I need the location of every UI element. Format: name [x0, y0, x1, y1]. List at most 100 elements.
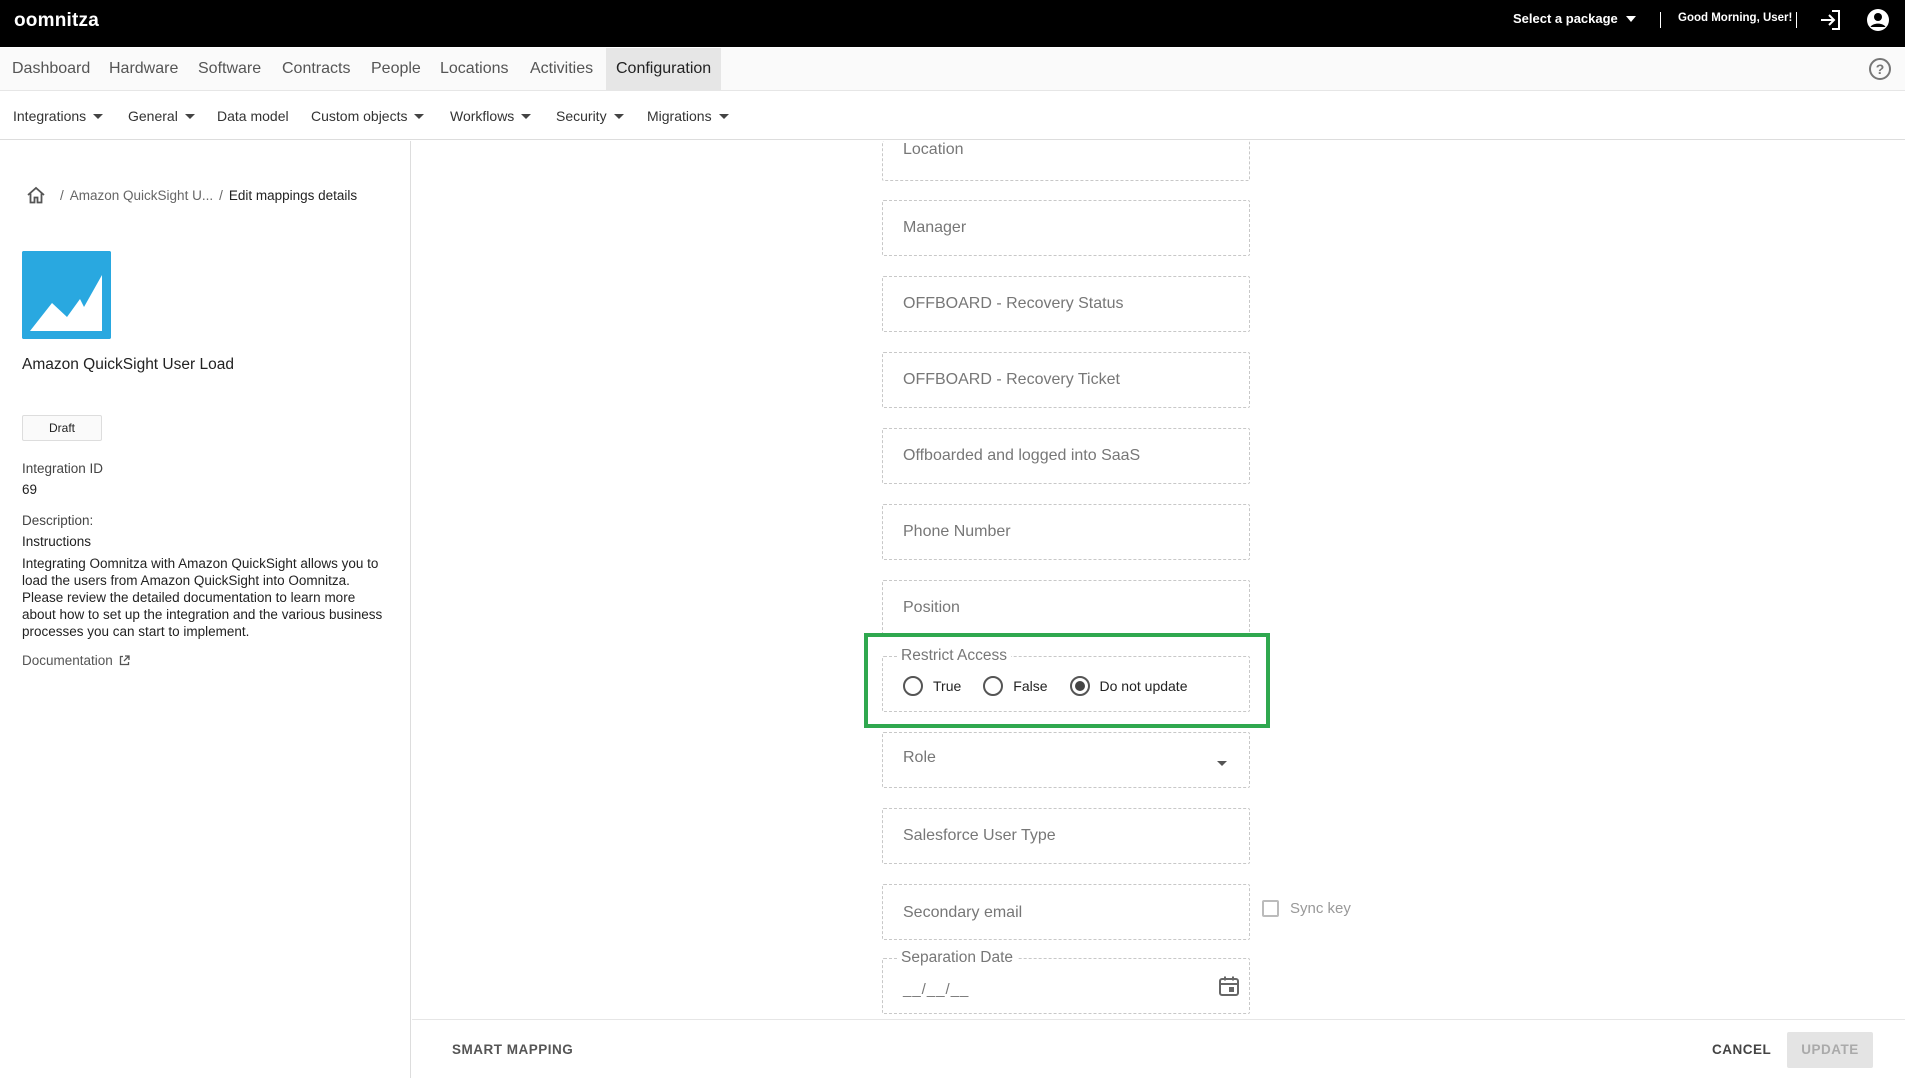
- offboarded-saas-field[interactable]: Offboarded and logged into SaaS: [882, 428, 1250, 484]
- breadcrumb-current: Edit mappings details: [228, 187, 358, 203]
- description-label: Description:: [22, 513, 94, 528]
- subnav-label: Data model: [217, 108, 289, 124]
- chevron-down-icon: [521, 113, 532, 119]
- field-label: Position: [903, 599, 960, 616]
- radio-true[interactable]: [903, 676, 923, 696]
- nav-software[interactable]: Software: [188, 48, 271, 91]
- nav-activities[interactable]: Activities: [520, 48, 603, 91]
- update-button[interactable]: UPDATE: [1787, 1032, 1873, 1068]
- form-footer: SMART MAPPING CANCEL UPDATE: [412, 1019, 1905, 1078]
- integration-name: Amazon QuickSight User Load: [22, 356, 234, 373]
- smart-mapping-button[interactable]: SMART MAPPING: [452, 1032, 573, 1068]
- checkbox-box[interactable]: [1262, 900, 1279, 917]
- restrict-access-options: True False Do not update: [903, 676, 1209, 696]
- restrict-access-group: Restrict Access True False Do not update: [882, 647, 1250, 712]
- integration-id-label: Integration ID: [22, 461, 104, 476]
- package-selector[interactable]: Select a package: [1513, 11, 1636, 26]
- radio-do-not-update-label[interactable]: Do not update: [1100, 678, 1188, 694]
- subnav-migrations[interactable]: Migrations: [647, 92, 729, 140]
- sub-nav: Integrations General Data model Custom o…: [0, 92, 1905, 140]
- instructions-title: Instructions: [22, 534, 92, 549]
- subnav-workflows[interactable]: Workflows: [450, 92, 532, 140]
- top-bar: oomnitza Select a package Good Morning, …: [0, 0, 1905, 47]
- field-label: Offboarded and logged into SaaS: [903, 447, 1141, 464]
- breadcrumb-parent-link[interactable]: Amazon QuickSight U...: [70, 188, 213, 203]
- sync-key-checkbox[interactable]: Sync key: [1262, 900, 1351, 917]
- separation-date-field[interactable]: Separation Date __/__/__: [882, 949, 1250, 1014]
- radio-false-label[interactable]: False: [1013, 678, 1047, 694]
- external-link-icon: [119, 655, 130, 666]
- breadcrumb-separator: /: [60, 187, 64, 203]
- phone-number-field[interactable]: Phone Number: [882, 504, 1250, 560]
- field-label: Location: [903, 141, 964, 158]
- chevron-down-icon: [1217, 761, 1227, 766]
- chevron-down-icon: [718, 113, 729, 119]
- integration-id-value: 69: [22, 482, 38, 497]
- documentation-link[interactable]: Documentation: [22, 653, 130, 668]
- field-label: Salesforce User Type: [903, 827, 1056, 844]
- subnav-label: Security: [556, 108, 607, 124]
- subnav-label: General: [128, 108, 178, 124]
- nav-hardware[interactable]: Hardware: [99, 48, 188, 91]
- subnav-label: Custom objects: [311, 108, 408, 124]
- subnav-data-model[interactable]: Data model: [217, 92, 289, 140]
- field-label: OFFBOARD - Recovery Ticket: [903, 371, 1120, 388]
- radio-do-not-update[interactable]: [1069, 676, 1090, 696]
- status-badge: Draft: [22, 415, 102, 441]
- offboard-recovery-ticket-field[interactable]: OFFBOARD - Recovery Ticket: [882, 352, 1250, 408]
- subnav-label: Migrations: [647, 108, 712, 124]
- separation-date-label: Separation Date: [897, 949, 1018, 967]
- help-icon[interactable]: ?: [1869, 58, 1891, 80]
- nav-locations[interactable]: Locations: [430, 48, 519, 91]
- divider: [1660, 12, 1661, 28]
- secondary-email-field[interactable]: Secondary email: [882, 884, 1250, 940]
- chevron-down-icon: [414, 113, 425, 119]
- offboard-recovery-status-field[interactable]: OFFBOARD - Recovery Status: [882, 276, 1250, 332]
- package-selector-label: Select a package: [1513, 11, 1618, 26]
- field-label: Phone Number: [903, 523, 1011, 540]
- account-icon[interactable]: [1866, 8, 1890, 32]
- subnav-integrations[interactable]: Integrations: [13, 92, 104, 140]
- calendar-icon[interactable]: [1218, 975, 1240, 997]
- chevron-down-icon: [184, 113, 195, 119]
- subnav-label: Integrations: [13, 108, 87, 124]
- chevron-down-icon: [613, 113, 624, 119]
- field-label: Secondary email: [903, 904, 1023, 921]
- location-field[interactable]: Location: [882, 141, 1250, 181]
- amazon-quicksight-logo: [22, 251, 111, 339]
- field-label: Role: [903, 749, 936, 766]
- breadcrumb: / Amazon QuickSight U... / Edit mappings…: [26, 186, 357, 204]
- field-label: Manager: [903, 219, 967, 236]
- subnav-general[interactable]: General: [128, 92, 195, 140]
- subnav-security[interactable]: Security: [556, 92, 624, 140]
- divider: [1796, 12, 1797, 28]
- sync-key-label: Sync key: [1290, 900, 1351, 917]
- integration-details-panel: / Amazon QuickSight U... / Edit mappings…: [0, 141, 411, 1078]
- documentation-link-label: Documentation: [22, 653, 113, 668]
- nav-configuration[interactable]: Configuration: [606, 48, 722, 91]
- date-placeholder: __/__/__: [903, 981, 970, 998]
- breadcrumb-separator: /: [219, 187, 223, 203]
- position-field[interactable]: Position: [882, 580, 1250, 636]
- nav-contracts[interactable]: Contracts: [272, 48, 360, 91]
- description-text: Integrating Oomnitza with Amazon QuickSi…: [22, 556, 383, 639]
- main-nav: Dashboard Hardware Software Contracts Pe…: [0, 48, 1905, 91]
- nav-dashboard[interactable]: Dashboard: [2, 48, 100, 91]
- manager-field[interactable]: Manager: [882, 200, 1250, 256]
- radio-false[interactable]: [983, 676, 1004, 696]
- field-label: OFFBOARD - Recovery Status: [903, 295, 1124, 312]
- home-icon[interactable]: [26, 186, 46, 204]
- nav-people[interactable]: People: [361, 48, 431, 91]
- greeting-text: Good Morning, User!: [1678, 12, 1793, 24]
- radio-true-label[interactable]: True: [933, 678, 961, 694]
- subnav-custom-objects[interactable]: Custom objects: [311, 92, 425, 140]
- cancel-button[interactable]: CANCEL: [1712, 1032, 1771, 1068]
- oomnitza-logo[interactable]: oomnitza: [14, 10, 99, 32]
- chevron-down-icon: [1625, 15, 1636, 22]
- role-select[interactable]: Role: [882, 732, 1250, 788]
- mapping-form: Location Manager OFFBOARD - Recovery Sta…: [412, 141, 1905, 1019]
- logout-icon[interactable]: [1818, 9, 1842, 31]
- salesforce-user-type-field[interactable]: Salesforce User Type: [882, 808, 1250, 864]
- chevron-down-icon: [93, 113, 104, 119]
- restrict-access-label: Restrict Access: [897, 647, 1011, 665]
